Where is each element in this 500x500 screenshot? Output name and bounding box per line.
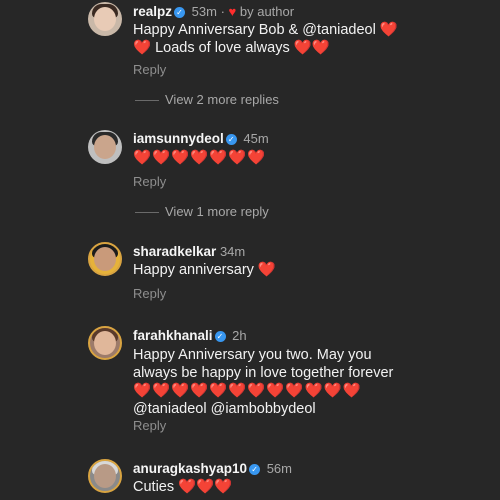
view-more-replies-label[interactable]: View 1 more reply xyxy=(165,204,269,219)
timestamp: 56m xyxy=(266,461,292,476)
comment-text: Happy anniversary ❤️ xyxy=(133,262,276,278)
separator: · xyxy=(220,4,229,19)
comment-text-line: Happy Anniversary Bob & @taniadeol ❤️ xyxy=(133,22,398,38)
heart-icon: ♥ xyxy=(228,4,237,19)
view-more-replies-label[interactable]: View 2 more replies xyxy=(165,92,279,107)
comment-meta: sharadkelkar 34m xyxy=(133,244,245,259)
comment-text-line: always be happy in love together forever xyxy=(133,365,394,381)
comment-text-line: Happy Anniversary you two. May you xyxy=(133,347,372,363)
username[interactable]: anuragkashyap10 xyxy=(133,461,247,476)
comment-meta: realpz ✓ 53m · ♥ by author xyxy=(133,4,294,19)
verified-badge-icon: ✓ xyxy=(225,134,237,145)
comment-text-line: ❤️ Loads of love always ❤️❤️ xyxy=(133,40,330,56)
comment-text: ❤️❤️❤️❤️❤️❤️❤️ xyxy=(133,150,267,166)
timestamp: 45m xyxy=(243,131,269,146)
timestamp: 53m xyxy=(191,4,217,19)
username[interactable]: iamsunnydeol xyxy=(133,131,224,146)
reply-button[interactable]: Reply xyxy=(133,62,166,77)
verified-badge-icon: ✓ xyxy=(214,331,226,342)
comment-text: Cuties ❤️❤️❤️ xyxy=(133,479,233,495)
avatar-farahkhanali[interactable] xyxy=(88,326,122,360)
verified-badge-icon: ✓ xyxy=(249,464,261,475)
author-like-label: by author xyxy=(239,4,295,19)
reply-button[interactable]: Reply xyxy=(133,174,166,189)
username[interactable]: farahkhanali xyxy=(133,328,213,343)
timestamp: 34m xyxy=(219,244,246,259)
verified-badge-icon: ✓ xyxy=(174,7,186,18)
username[interactable]: sharadkelkar xyxy=(133,244,216,259)
divider-line xyxy=(135,100,159,101)
avatar-anuragkashyap10[interactable] xyxy=(88,459,122,493)
comment-meta: anuragkashyap10 ✓ 56m xyxy=(133,461,292,476)
comment-meta: iamsunnydeol ✓ 45m xyxy=(133,131,269,146)
avatar-sharadkelkar[interactable] xyxy=(88,242,122,276)
timestamp: 2h xyxy=(232,328,247,343)
reply-button[interactable]: Reply xyxy=(133,286,166,301)
comment-text: Happy Anniversary Bob & @taniadeol ❤️ ❤️… xyxy=(133,21,398,57)
comment-meta: farahkhanali ✓ 2h xyxy=(133,328,247,343)
reply-button[interactable]: Reply xyxy=(133,418,166,433)
divider-line xyxy=(135,212,159,213)
comment-text: Happy Anniversary you two. May you alway… xyxy=(133,346,393,418)
avatar-iamsunnydeol[interactable] xyxy=(88,130,122,164)
avatar-realpz[interactable] xyxy=(88,2,122,36)
comment-text-line: @taniadeol @iambobbydeol xyxy=(133,401,316,417)
comment-text-line: ❤️❤️❤️❤️❤️❤️❤️❤️❤️❤️❤️❤️ xyxy=(133,383,362,399)
username[interactable]: realpz xyxy=(133,4,172,19)
